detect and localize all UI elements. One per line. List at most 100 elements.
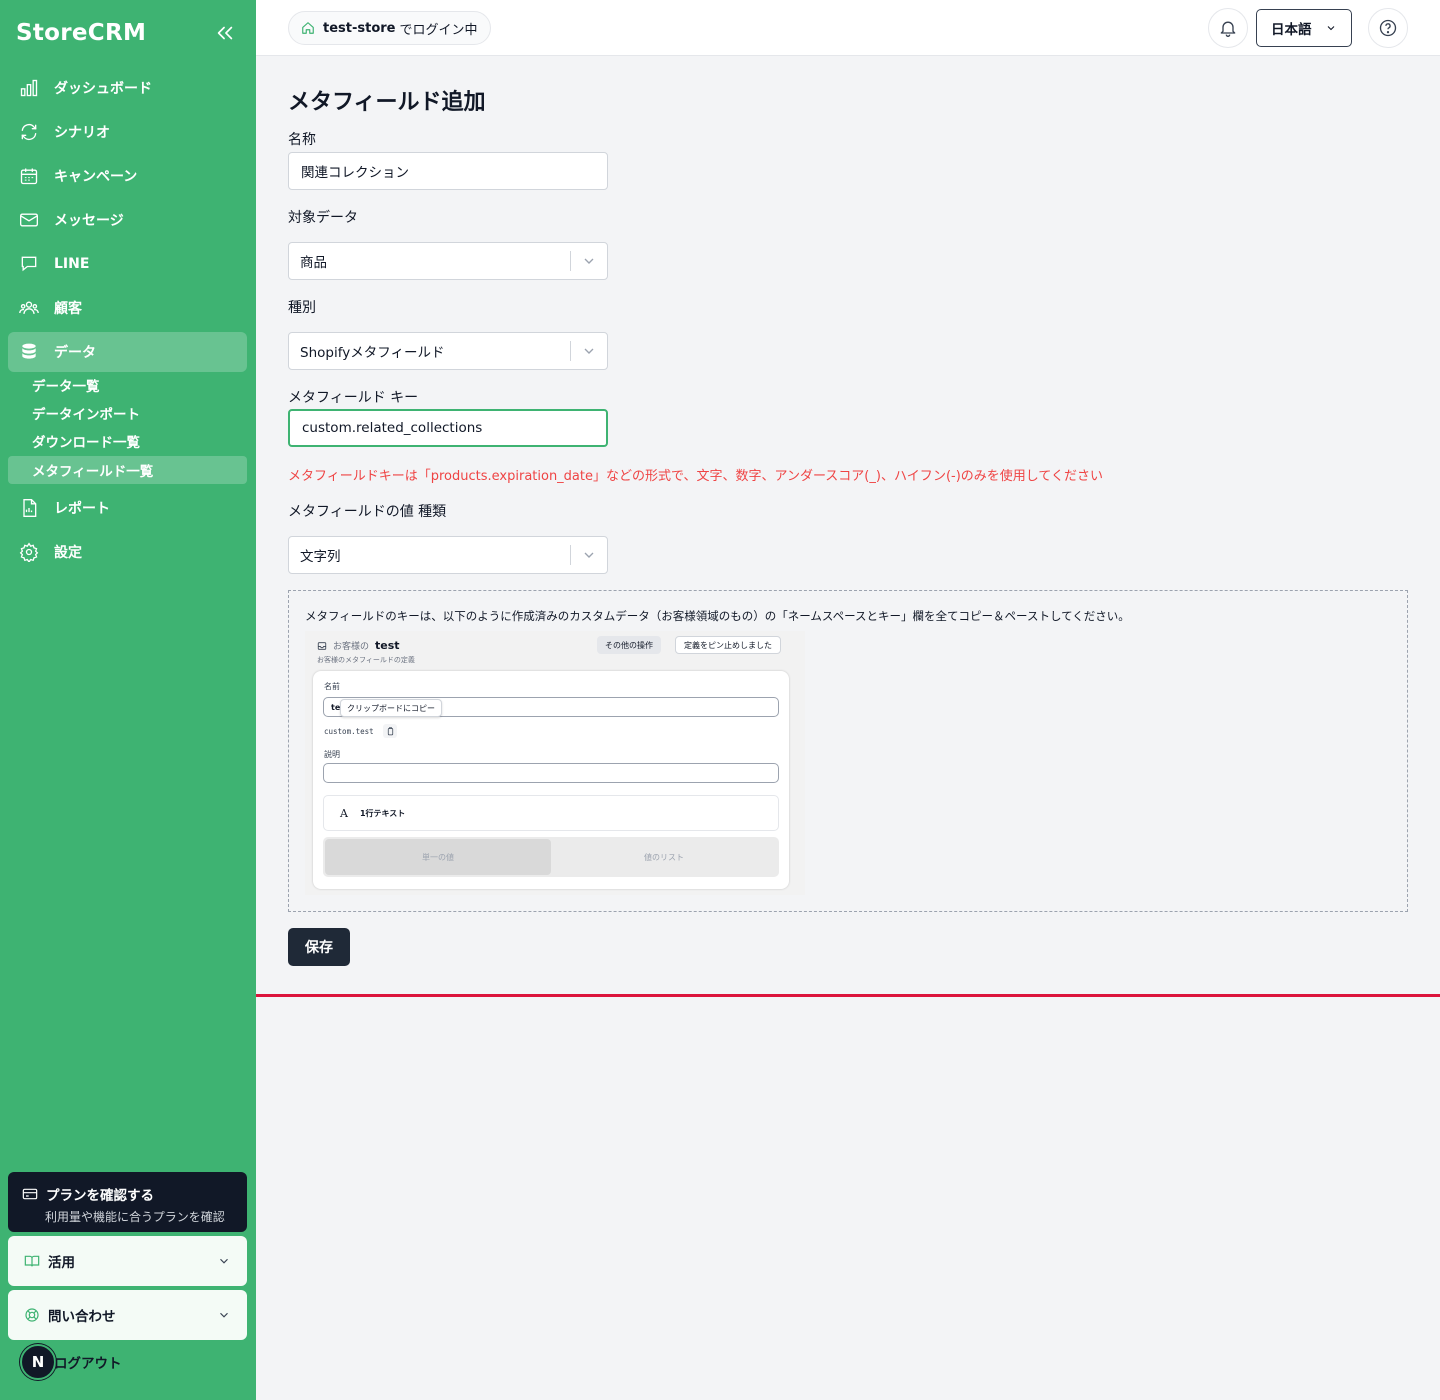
chevron-down-icon: [220, 1312, 228, 1318]
example-name-label: 名前: [324, 682, 340, 691]
example-key: custom.test: [324, 727, 374, 736]
target-data-select[interactable]: 商品: [288, 242, 608, 280]
example-pinned: 定義をピン止めしました: [675, 636, 781, 654]
refresh-icon: [18, 121, 40, 143]
example-screenshot: お客様の test お客様のメタフィールドの定義 その他の操作 定義をピン止めし…: [305, 631, 805, 895]
sidebar-item-report[interactable]: レポート: [8, 488, 247, 528]
sidebar-item-label: データ: [54, 345, 96, 361]
hint-text: メタフィールドのキーは、以下のように作成済みのカスタムデータ（お客様領域のもの）…: [305, 609, 1130, 623]
sidebar: StoreCRM ダッシュボード シナリオ キャンペーン メッセージ LINE …: [0, 0, 256, 1400]
metafield-key-label: メタフィールド キー: [288, 390, 419, 406]
chat-icon: [18, 253, 40, 275]
example-breadcrumb-parent: お客様の: [333, 642, 370, 652]
sidebar-item-customers[interactable]: 顧客: [8, 288, 247, 328]
usage-accordion[interactable]: 活用: [8, 1236, 247, 1286]
chevron-down-icon: [571, 253, 607, 269]
sidebar-item-line[interactable]: LINE: [8, 244, 247, 284]
sidebar-item-dashboard[interactable]: ダッシュボード: [8, 68, 247, 108]
bar-chart-icon: [18, 77, 40, 99]
example-list-value: 値のリスト: [644, 852, 684, 862]
example-breadcrumb-sub: お客様のメタフィールドの定義: [317, 656, 415, 664]
sidebar-item-label: シナリオ: [54, 125, 110, 141]
value-type-select[interactable]: 文字列: [288, 536, 608, 574]
store-name: test-store: [323, 20, 396, 36]
sidebar-item-data[interactable]: データ: [8, 332, 247, 372]
avatar: N: [20, 1344, 56, 1380]
sidebar-item-scenario[interactable]: シナリオ: [8, 112, 247, 152]
plan-title: プランを確認する: [46, 1188, 154, 1204]
chevron-down-icon: [571, 343, 607, 359]
red-divider-line: [256, 994, 1440, 997]
logout-button[interactable]: N ログアウト: [20, 1344, 122, 1380]
contact-accordion-label: 問い合わせ: [48, 1309, 116, 1325]
example-card: 名前 te クリップボードにコピー custom.test 説明 A 1行テキス…: [313, 671, 789, 889]
logout-label: ログアウト: [54, 1356, 122, 1372]
calendar-icon: [18, 165, 40, 187]
language-value: 日本語: [1271, 22, 1312, 38]
credit-card-icon: [22, 1188, 38, 1200]
report-icon: [18, 497, 40, 519]
target-data-value: 商品: [300, 255, 327, 271]
sidebar-item-message[interactable]: メッセージ: [8, 200, 247, 240]
book-icon: [24, 1255, 40, 1267]
type-select[interactable]: Shopifyメタフィールド: [288, 332, 608, 370]
contact-accordion[interactable]: 問い合わせ: [8, 1290, 247, 1340]
example-type-label: 1行テキスト: [359, 808, 406, 818]
chevron-down-icon: [1327, 26, 1335, 31]
sidebar-item-label: レポート: [54, 501, 110, 517]
help-button[interactable]: [1368, 8, 1408, 48]
sidebar-item-label: ダッシュボード: [54, 81, 152, 97]
topbar: test-store でログイン中 日本語: [256, 0, 1440, 56]
database-icon: [18, 341, 40, 363]
sidebar-item-settings[interactable]: 設定: [8, 532, 247, 572]
chevron-down-icon: [571, 547, 607, 563]
lifebuoy-icon: [25, 1308, 39, 1322]
mail-icon: [18, 209, 40, 231]
name-input[interactable]: 関連コレクション: [288, 152, 608, 190]
sidebar-subitem-metafield-list[interactable]: メタフィールド一覧: [8, 456, 247, 484]
store-status: でログイン中: [399, 22, 478, 38]
chevron-down-icon: [220, 1258, 228, 1264]
metafield-key-hint: メタフィールドのキーは、以下のように作成済みのカスタムデータ（お客様領域のもの）…: [288, 590, 1408, 912]
example-copy-tooltip: クリップボードにコピー: [340, 699, 442, 717]
bell-icon: [1220, 21, 1236, 37]
plan-subtitle: 利用量や機能に合うプランを確認: [45, 1210, 225, 1224]
page-title: メタフィールド追加: [288, 90, 486, 115]
target-data-label: 対象データ: [288, 210, 358, 226]
plan-card[interactable]: プランを確認する 利用量や機能に合うプランを確認: [8, 1172, 247, 1232]
value-type-value: 文字列: [300, 549, 341, 565]
name-label: 名称: [288, 132, 316, 148]
example-desc-label: 説明: [324, 750, 340, 759]
text-type-icon: A: [340, 806, 348, 820]
sidebar-subitem-download-list[interactable]: ダウンロード一覧: [8, 427, 247, 455]
question-circle-icon: [1379, 19, 1397, 37]
brand-logo[interactable]: StoreCRM: [16, 20, 146, 46]
sidebar-subitem-data-import[interactable]: データインポート: [8, 399, 247, 427]
example-single-value: 単一の値: [325, 839, 551, 875]
users-icon: [18, 297, 40, 319]
sidebar-subitem-data-list[interactable]: データ一覧: [8, 371, 247, 399]
example-desc-input: [323, 763, 779, 783]
metafield-key-input[interactable]: custom.related_collections: [288, 409, 608, 447]
sidebar-item-label: メッセージ: [54, 213, 124, 229]
example-other-actions: その他の操作: [597, 636, 661, 654]
value-type-label: メタフィールドの値 種類: [288, 504, 447, 520]
metafield-key-error: メタフィールドキーは「products.expiration_date」などの形…: [288, 469, 1104, 484]
sidebar-item-campaign[interactable]: キャンペーン: [8, 156, 247, 196]
collapse-sidebar-icon[interactable]: [214, 22, 236, 44]
example-breadcrumb-current: test: [375, 639, 400, 652]
language-select[interactable]: 日本語: [1256, 9, 1352, 47]
example-breadcrumb: お客様の test: [317, 639, 400, 652]
sidebar-item-label: キャンペーン: [54, 169, 138, 185]
type-value: Shopifyメタフィールド: [300, 345, 445, 361]
example-value-segment: 単一の値 値のリスト: [323, 837, 779, 877]
save-button[interactable]: 保存: [288, 928, 350, 966]
notification-button[interactable]: [1208, 8, 1248, 48]
sidebar-item-label: 顧客: [54, 301, 82, 317]
gear-icon: [18, 541, 40, 563]
clipboard-icon: [383, 724, 397, 738]
example-type-row: A 1行テキスト: [323, 795, 779, 831]
usage-accordion-label: 活用: [48, 1255, 75, 1271]
store-login-status[interactable]: test-store でログイン中: [288, 11, 491, 45]
type-label: 種別: [288, 300, 316, 316]
